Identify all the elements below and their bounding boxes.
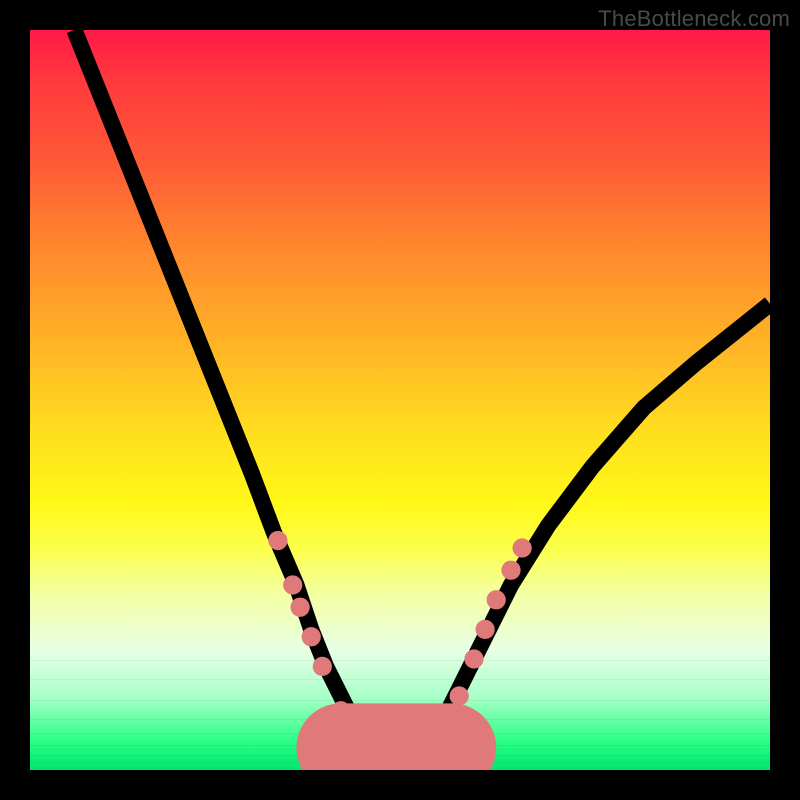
- watermark-label: TheBottleneck.com: [598, 6, 790, 32]
- data-dot: [501, 561, 520, 580]
- data-dot: [331, 701, 350, 720]
- data-dot: [302, 627, 321, 646]
- bottleneck-curve: [74, 30, 770, 748]
- data-dot: [283, 575, 302, 594]
- data-dot: [487, 590, 506, 609]
- data-dot: [313, 657, 332, 676]
- data-dot: [290, 598, 309, 617]
- chart-frame: TheBottleneck.com: [0, 0, 800, 800]
- data-dot: [450, 686, 469, 705]
- plot-area: [30, 30, 770, 770]
- data-dot: [475, 620, 494, 639]
- data-dot: [268, 531, 287, 550]
- data-dot: [512, 538, 531, 557]
- data-dot: [464, 649, 483, 668]
- chart-svg: [30, 30, 770, 770]
